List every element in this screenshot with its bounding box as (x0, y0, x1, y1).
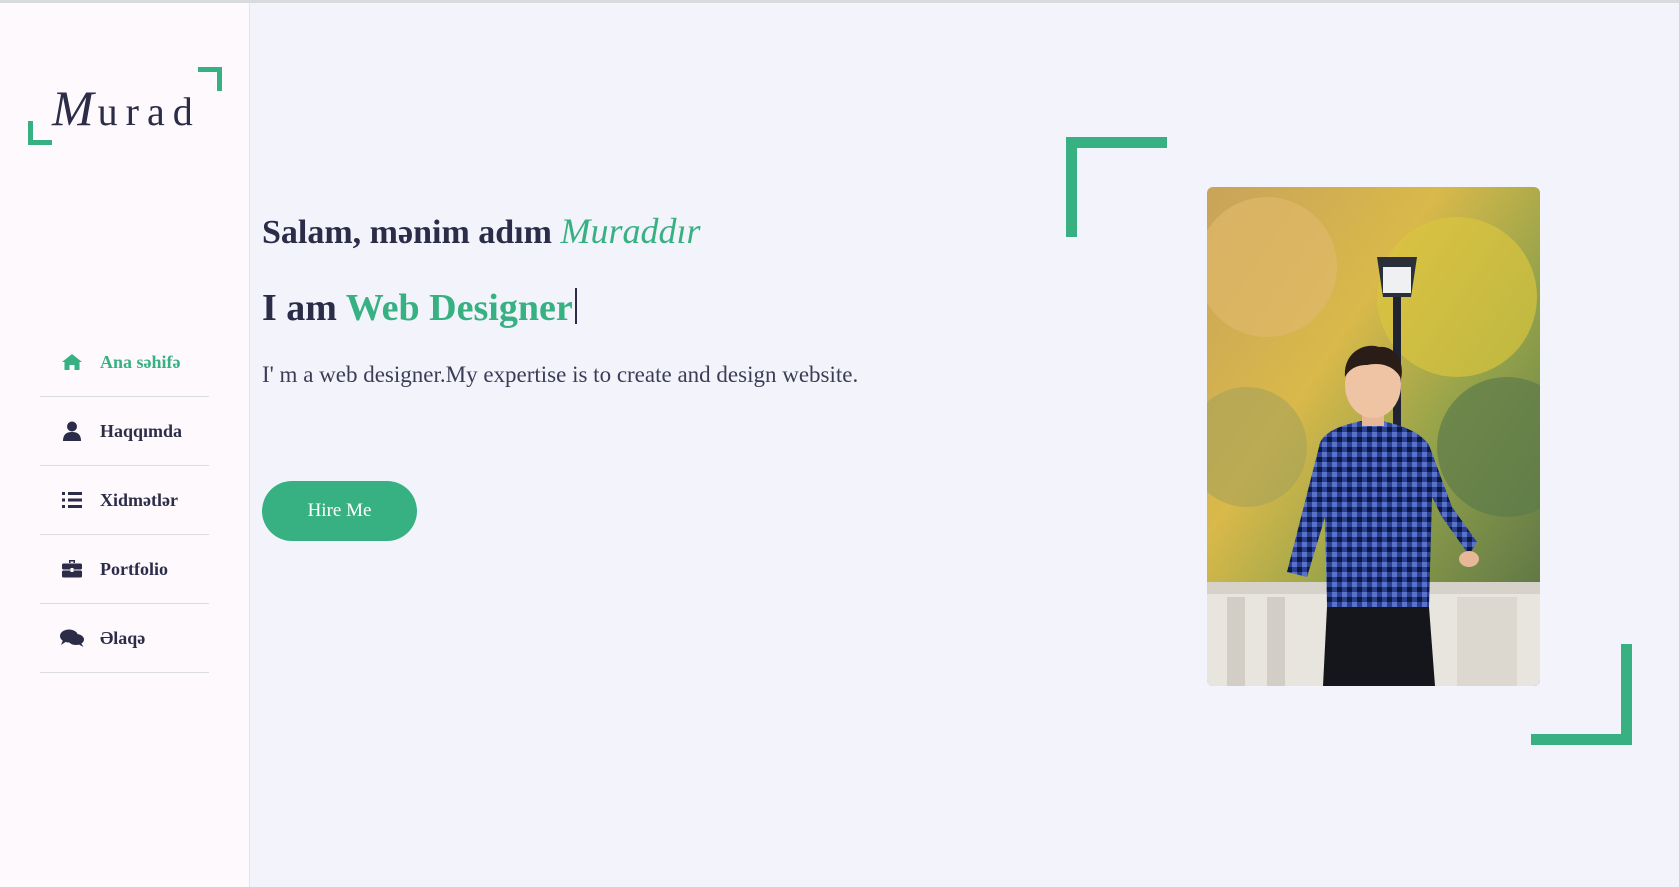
role-text: Web Designer (345, 287, 573, 329)
photo-frame-bottom-right (1531, 644, 1632, 745)
user-icon (60, 421, 84, 441)
comments-icon (60, 628, 84, 648)
nav-item-label: Haqqımda (100, 420, 183, 441)
main-nav: Ana səhifə Haqqımda Xidmətlər Portfolio … (40, 328, 209, 673)
nav-item-label: Portfolio (100, 558, 168, 579)
nav-item-portfolio[interactable]: Portfolio (40, 535, 209, 604)
home-icon (60, 352, 84, 372)
nav-item-contact[interactable]: Əlaqə (40, 604, 209, 673)
typing-cursor (574, 288, 577, 324)
nav-item-label: Əlaqə (100, 627, 146, 648)
briefcase-icon (60, 559, 84, 579)
nav-item-about[interactable]: Haqqımda (40, 397, 209, 466)
nav-item-label: Ana səhifə (100, 351, 181, 372)
sidebar: Murad Ana səhifə Haqqımda Xidmətlər Port… (0, 3, 250, 887)
top-border (0, 0, 1679, 3)
role-prefix: I am (262, 287, 346, 329)
role-heading: I am Web Designer (262, 286, 577, 330)
logo-rest: urad (97, 89, 201, 134)
greeting-text: Salam, mənim adım (262, 214, 561, 251)
nav-item-home[interactable]: Ana səhifə (40, 328, 209, 397)
logo-bracket-bottom-left (28, 121, 52, 145)
profile-photo (1207, 187, 1540, 686)
greeting: Salam, mənim adım Muraddır (262, 210, 700, 252)
logo-first-letter: M (52, 80, 98, 136)
nav-item-services[interactable]: Xidmətlər (40, 466, 209, 535)
logo[interactable]: Murad (28, 67, 222, 145)
hero-description: I' m a web designer.My expertise is to c… (262, 362, 859, 387)
greeting-name: Muraddır (560, 211, 701, 251)
photo-frame-top-left (1066, 137, 1167, 237)
logo-bracket-top-right (198, 67, 222, 91)
hire-me-button[interactable]: Hire Me (262, 481, 417, 541)
nav-item-label: Xidmətlər (100, 489, 178, 510)
list-icon (60, 490, 84, 510)
logo-text: Murad (52, 79, 201, 137)
